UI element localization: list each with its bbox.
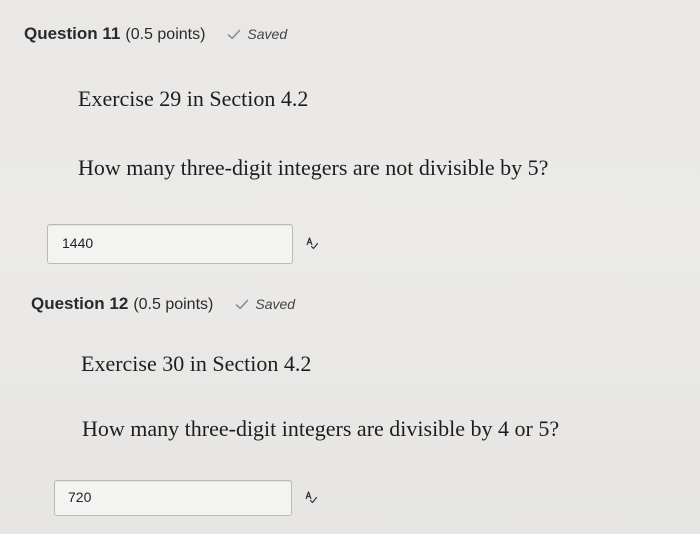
exercise-reference: Exercise 30 in Section 4.2 (81, 351, 312, 376)
check-icon (236, 299, 249, 310)
question-number: Question 12 (31, 294, 129, 313)
saved-status: Saved (227, 26, 287, 42)
question-header: Question 12 (0.5 points) Saved (31, 294, 295, 314)
question-prompt: How many three-digit integers are divisi… (82, 416, 560, 441)
answer-field[interactable]: 720 (54, 480, 292, 516)
saved-label: Saved (247, 26, 288, 42)
spellcheck-icon[interactable] (304, 490, 318, 504)
question-points: (0.5 points) (133, 296, 214, 313)
question-prompt: How many three-digit integers are not di… (78, 155, 549, 180)
saved-status: Saved (235, 296, 295, 312)
answer-value: 1440 (62, 235, 94, 251)
answer-value: 720 (68, 489, 92, 505)
question-number: Question 11 (24, 24, 121, 43)
check-icon (228, 29, 241, 40)
question-header: Question 11 (0.5 points) Saved (24, 24, 287, 44)
saved-label: Saved (255, 296, 296, 312)
spellcheck-icon[interactable] (305, 236, 319, 250)
answer-field[interactable]: 1440 (47, 224, 293, 264)
question-points: (0.5 points) (125, 26, 206, 43)
exercise-reference: Exercise 29 in Section 4.2 (78, 86, 309, 111)
